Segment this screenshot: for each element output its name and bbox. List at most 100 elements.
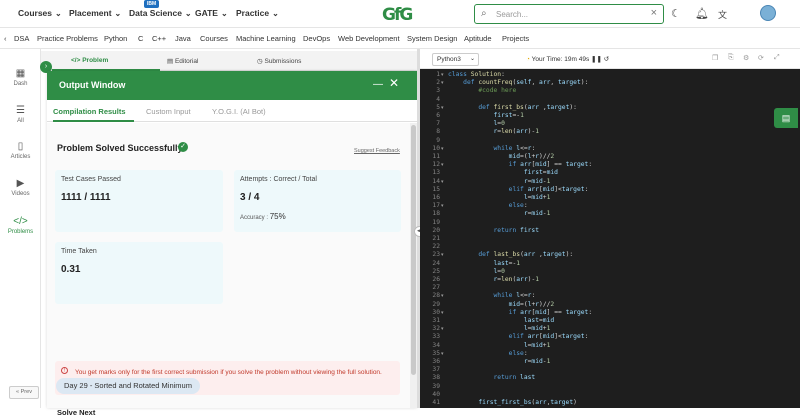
code-line: def first_bs(arr ,target): (478, 103, 577, 111)
code-line: first=mid (523, 169, 558, 177)
nav-menu-placement[interactable]: Placement ⌄ (69, 8, 121, 18)
subnav-item[interactable]: System Design (407, 34, 457, 43)
subnav-item[interactable]: Java (175, 34, 191, 43)
subnav-item[interactable]: Machine Learning (236, 34, 296, 43)
subnav-item[interactable]: Aptitude (464, 34, 492, 43)
fold-arrow-icon[interactable]: ▾ (441, 105, 444, 111)
language-select[interactable]: Python3 ⌄ (432, 53, 479, 66)
tab-custom-input[interactable]: Custom Input (146, 107, 191, 116)
sidebar-item-videos[interactable]: ▶ Videos (0, 178, 41, 197)
subnav-item[interactable]: DSA (14, 34, 29, 43)
pause-icon[interactable]: ❚❚ (591, 56, 602, 63)
nav-menu-practice[interactable]: Practice ⌄ (236, 8, 279, 18)
accuracy-label: Accuracy : (240, 215, 269, 221)
subnav-item[interactable]: Web Development (338, 34, 400, 43)
sidebar-item-articles[interactable]: ▯ Articles (0, 141, 41, 160)
nav-menu-label: Courses (18, 8, 53, 18)
tab-yogi-ai-bot[interactable]: Y.O.G.I. (AI Bot) (212, 107, 266, 116)
subnav-bar: ‹ DSA Practice Problems Python C C++ Jav… (0, 28, 800, 49)
sidebar-item-label: Articles (10, 154, 31, 160)
fold-arrow-icon[interactable]: ▾ (441, 80, 444, 86)
output-window-title: Output Window (59, 80, 126, 90)
fold-arrow-icon[interactable]: ▾ (441, 146, 444, 152)
nav-menu-courses[interactable]: Courses ⌄ (18, 8, 62, 18)
fold-arrow-icon[interactable]: ▾ (441, 252, 444, 258)
code-line: elif arr[mid]<target: (508, 185, 589, 193)
tab-submissions[interactable]: ◷ Submissions (257, 57, 301, 65)
line-number: 20 (432, 226, 440, 234)
bell-icon[interactable]: 🔔︎ (695, 7, 709, 20)
time-taken-value: 0.31 (61, 264, 81, 275)
code-line: return last (493, 374, 536, 382)
refresh-icon[interactable]: ⟳ (758, 54, 764, 62)
time-taken-card: Time Taken 0.31 (55, 242, 223, 304)
next-problem-chip[interactable]: Day 29 - Sorted and Rotated Minimum (56, 378, 200, 394)
clear-icon[interactable]: × (651, 7, 657, 19)
search-input[interactable]: ⌕ Search... × (474, 4, 664, 24)
copy-icon[interactable]: ❐ (712, 54, 718, 62)
close-icon[interactable]: ✕ (389, 76, 399, 90)
sidebar-item-problems[interactable]: </> Problems (0, 216, 41, 235)
chat-icon[interactable]: ▤ (774, 108, 798, 128)
fold-arrow-icon[interactable]: ▾ (441, 162, 444, 168)
translate-icon[interactable]: 文 (718, 8, 727, 21)
gfg-logo[interactable]: GfG (382, 5, 413, 25)
subnav-item[interactable]: Projects (502, 34, 529, 43)
settings-icon[interactable]: ⚙ (743, 54, 749, 62)
nav-menu-label: Placement (69, 8, 112, 18)
paste-icon[interactable]: ⎘ (728, 54, 734, 62)
scrollbar[interactable] (410, 123, 417, 408)
code-editor[interactable]: Python3 ⌄ ◔ Your Time: 19m 49s ❚❚ ↺ ❐ ⎘ ⚙… (420, 49, 800, 408)
chevron-left-icon[interactable]: ‹ (4, 34, 7, 43)
subnav-item[interactable]: Courses (200, 34, 228, 43)
check-circle-icon: ✓ (178, 142, 188, 152)
attempts-value: 3 / 4 (240, 192, 260, 203)
line-number: 13 (432, 169, 440, 177)
fold-arrow-icon[interactable]: ▾ (441, 72, 444, 78)
minimize-icon[interactable]: — (373, 79, 383, 90)
editor-toolbar: Python3 ⌄ ◔ Your Time: 19m 49s ❚❚ ↺ ❐ ⎘ ⚙… (420, 49, 800, 69)
subnav-item[interactable]: C (138, 34, 143, 43)
sidebar-item-label: Videos (11, 191, 30, 197)
sidebar-item-all[interactable]: ☰ All (0, 105, 41, 124)
line-number: 31 (432, 317, 440, 324)
nav-menu-data-science[interactable]: Data Science ⌄ (129, 8, 192, 18)
code-line: l=mid+1 (523, 194, 551, 201)
avatar[interactable] (760, 5, 776, 21)
fullscreen-icon[interactable]: ⤢ (774, 54, 780, 62)
success-heading: Problem Solved Successfully (57, 143, 183, 153)
subnav-item[interactable]: Practice Problems (37, 34, 98, 43)
tab-compilation-results[interactable]: Compilation Results (53, 107, 126, 116)
fold-arrow-icon[interactable]: ▾ (441, 293, 444, 299)
line-number: 1 (436, 71, 440, 78)
chevron-down-icon: ⌄ (114, 9, 122, 18)
fold-arrow-icon[interactable]: ▾ (441, 310, 444, 316)
sidebar-item-dash[interactable]: ▦ Dash (0, 68, 41, 87)
code-area[interactable]: class Solution: def countFreq(self, arr,… (448, 69, 798, 408)
fold-arrow-icon[interactable]: ▾ (441, 179, 444, 185)
fold-arrow-icon[interactable]: ▾ (441, 326, 444, 332)
fold-arrow-icon[interactable]: ▾ (441, 203, 444, 209)
tab-editorial[interactable]: ▤ Editorial (167, 57, 198, 65)
tab-problem[interactable]: </> Problem (71, 57, 108, 64)
grid-icon: ▦ (15, 68, 26, 79)
nav-menu-gate[interactable]: GATE ⌄ (195, 8, 228, 18)
nav-menu-label: GATE (195, 8, 218, 18)
chevron-down-icon: ⌄ (272, 9, 279, 18)
fold-arrow-icon[interactable]: ▾ (441, 351, 444, 357)
line-number: 9 (436, 136, 440, 144)
subnav-item[interactable]: DevOps (303, 34, 330, 43)
dark-mode-icon[interactable]: ☾ (671, 7, 681, 20)
tab-label: Problem (82, 57, 109, 64)
language-value: Python3 (437, 56, 461, 63)
prev-button[interactable]: « Prev (9, 386, 39, 399)
tab-label: Submissions (264, 58, 302, 65)
line-number: 15 (432, 185, 440, 193)
subnav-item[interactable]: C++ (152, 34, 166, 43)
code-line: def last_bs(arr ,target): (478, 251, 574, 259)
scrollbar-thumb[interactable] (411, 125, 416, 375)
line-number: 10 (432, 144, 440, 152)
subnav-item[interactable]: Python (104, 34, 127, 43)
suggest-feedback-link[interactable]: Suggest Feedback (354, 148, 400, 154)
reset-icon[interactable]: ↺ (604, 56, 609, 63)
